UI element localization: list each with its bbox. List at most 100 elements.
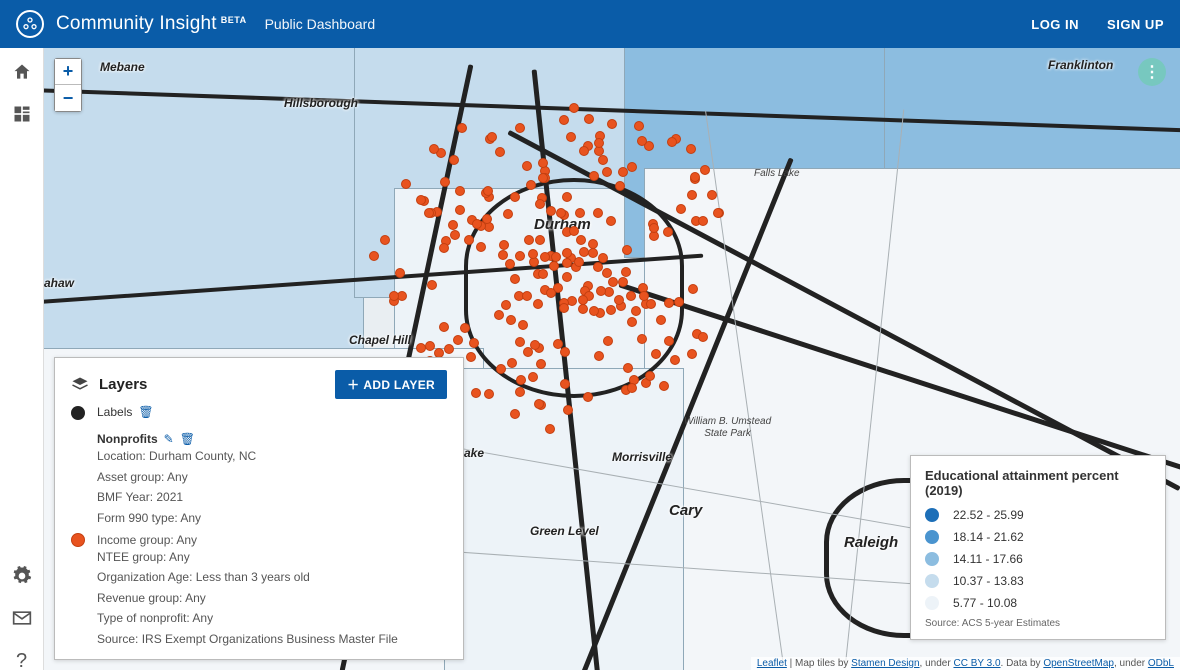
nonprofit-dot[interactable] — [494, 310, 504, 320]
nonprofit-dot[interactable] — [440, 177, 450, 187]
nonprofit-dot[interactable] — [457, 123, 467, 133]
nonprofit-dot[interactable] — [559, 303, 569, 313]
nonprofit-dot[interactable] — [538, 269, 548, 279]
nonprofit-dot[interactable] — [538, 173, 548, 183]
nonprofit-dot[interactable] — [674, 297, 684, 307]
nonprofit-dot[interactable] — [439, 243, 449, 253]
nonprofit-dot[interactable] — [686, 144, 696, 154]
nonprofit-dot[interactable] — [395, 268, 405, 278]
login-link[interactable]: LOG IN — [1031, 17, 1079, 32]
nonprofit-dot[interactable] — [546, 288, 556, 298]
nonprofit-dot[interactable] — [598, 253, 608, 263]
nonprofit-dot[interactable] — [707, 190, 717, 200]
nonprofit-dot[interactable] — [687, 349, 697, 359]
nonprofit-dot[interactable] — [649, 223, 659, 233]
edit-nonprofits-icon[interactable]: ✎ — [164, 432, 174, 446]
nonprofit-dot[interactable] — [505, 259, 515, 269]
nonprofit-dot[interactable] — [466, 352, 476, 362]
nonprofit-dot[interactable] — [540, 252, 550, 262]
nonprofit-dot[interactable] — [614, 295, 624, 305]
nonprofit-dot[interactable] — [425, 341, 435, 351]
leaflet-link[interactable]: Leaflet — [757, 658, 787, 669]
nonprofit-dot[interactable] — [603, 336, 613, 346]
nonprofit-dot[interactable] — [621, 267, 631, 277]
add-layer-button[interactable]: ＋ ADD LAYER — [335, 370, 447, 399]
nonprofit-dot[interactable] — [690, 172, 700, 182]
nonprofit-dot[interactable] — [663, 227, 673, 237]
nonprofit-dot[interactable] — [627, 383, 637, 393]
nonprofit-dot[interactable] — [569, 103, 579, 113]
nonprofit-dot[interactable] — [664, 298, 674, 308]
nonprofit-dot[interactable] — [515, 387, 525, 397]
nonprofit-dot[interactable] — [698, 216, 708, 226]
nonprofit-dot[interactable] — [631, 306, 641, 316]
nonprofit-dot[interactable] — [516, 375, 526, 385]
nonprofit-dot[interactable] — [664, 336, 674, 346]
nonprofit-dot[interactable] — [536, 359, 546, 369]
nonprofit-dot[interactable] — [522, 161, 532, 171]
nonprofit-dot[interactable] — [449, 155, 459, 165]
nonprofit-dot[interactable] — [606, 216, 616, 226]
nonprofit-dot[interactable] — [576, 235, 586, 245]
nonprofit-dot[interactable] — [615, 181, 625, 191]
nonprofit-dot[interactable] — [515, 251, 525, 261]
nonprofit-dot[interactable] — [575, 208, 585, 218]
nonprofit-dot[interactable] — [560, 379, 570, 389]
nonprofit-dot[interactable] — [596, 286, 606, 296]
nonprofit-dot[interactable] — [551, 252, 561, 262]
nonprofit-dot[interactable] — [593, 262, 603, 272]
nonprofit-dot[interactable] — [578, 295, 588, 305]
nonprofit-dot[interactable] — [607, 119, 617, 129]
nonprofit-dot[interactable] — [424, 208, 434, 218]
nonprofit-dot[interactable] — [487, 132, 497, 142]
nonprofit-dot[interactable] — [589, 171, 599, 181]
nonprofit-dot[interactable] — [584, 114, 594, 124]
nonprofit-dot[interactable] — [389, 291, 399, 301]
nonprofit-dot[interactable] — [526, 180, 536, 190]
cc-link[interactable]: CC BY 3.0 — [953, 658, 1000, 669]
nonprofit-dot[interactable] — [510, 192, 520, 202]
mail-icon[interactable] — [12, 608, 32, 628]
nonprofit-dot[interactable] — [434, 348, 444, 358]
nonprofit-dot[interactable] — [639, 291, 649, 301]
nonprofit-dot[interactable] — [524, 235, 534, 245]
osm-link[interactable]: OpenStreetMap — [1043, 658, 1114, 669]
nonprofit-dot[interactable] — [523, 347, 533, 357]
nonprofit-dot[interactable] — [546, 206, 556, 216]
signup-link[interactable]: SIGN UP — [1107, 17, 1164, 32]
nonprofit-dot[interactable] — [645, 371, 655, 381]
nonprofit-dot[interactable] — [670, 355, 680, 365]
nonprofit-dot[interactable] — [501, 300, 511, 310]
nonprofit-dot[interactable] — [569, 226, 579, 236]
nonprofit-dot[interactable] — [618, 167, 628, 177]
nonprofit-dot[interactable] — [688, 284, 698, 294]
nonprofit-dot[interactable] — [455, 186, 465, 196]
nonprofit-dot[interactable] — [498, 250, 508, 260]
nonprofit-dot[interactable] — [606, 305, 616, 315]
map-menu-button[interactable]: ⋮ — [1138, 58, 1166, 86]
nonprofit-dot[interactable] — [534, 399, 544, 409]
nonprofit-dot[interactable] — [562, 192, 572, 202]
nonprofit-dot[interactable] — [484, 389, 494, 399]
dashboard-icon[interactable] — [12, 104, 32, 124]
nonprofit-dot[interactable] — [528, 249, 538, 259]
nonprofit-dot[interactable] — [659, 381, 669, 391]
nonprofit-dot[interactable] — [656, 315, 666, 325]
stamen-link[interactable]: Stamen Design — [851, 658, 919, 669]
nonprofit-dot[interactable] — [549, 261, 559, 271]
odbl-link[interactable]: ODbL — [1148, 658, 1174, 669]
gear-icon[interactable] — [12, 566, 32, 586]
nonprofit-dot[interactable] — [618, 277, 628, 287]
nonprofit-dot[interactable] — [646, 299, 656, 309]
nonprofit-dot[interactable] — [687, 190, 697, 200]
nonprofit-dot[interactable] — [416, 195, 426, 205]
nonprofit-dot[interactable] — [598, 155, 608, 165]
map-canvas[interactable]: Durham Raleigh Cary Chapel Hill Hillsbor… — [44, 48, 1180, 670]
nonprofit-dot[interactable] — [559, 115, 569, 125]
home-icon[interactable] — [12, 62, 32, 82]
zoom-out-button[interactable]: − — [55, 85, 81, 111]
delete-nonprofits-icon[interactable]: 🗑 — [180, 432, 195, 446]
nonprofit-dot[interactable] — [538, 158, 548, 168]
zoom-in-button[interactable]: + — [55, 59, 81, 85]
nonprofit-dot[interactable] — [578, 304, 588, 314]
